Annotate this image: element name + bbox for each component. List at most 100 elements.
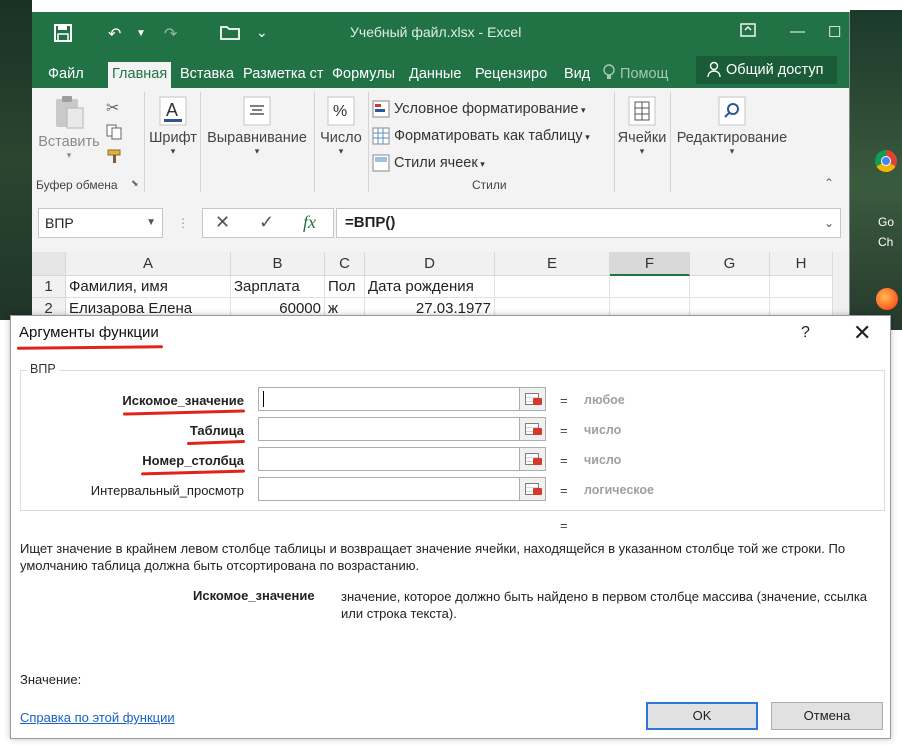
- cells-group-button[interactable]: Ячейки ▾: [616, 96, 668, 157]
- copy-icon[interactable]: [106, 124, 124, 143]
- minimize-button[interactable]: —: [790, 23, 805, 40]
- cell[interactable]: [610, 276, 690, 298]
- formula-bar-grip-icon: ⋮: [177, 216, 189, 230]
- formula-bar[interactable]: =ВПР() ⌄: [336, 208, 841, 238]
- formula-area: ВПР ▼ ⋮ ✕ ✓ fx =ВПР() ⌄: [32, 198, 849, 252]
- cells-icon: [628, 96, 656, 126]
- undo-dropdown-icon[interactable]: ▼: [136, 28, 146, 39]
- cancel-button[interactable]: Отмена: [771, 702, 883, 730]
- cell[interactable]: Пол: [325, 276, 365, 298]
- formula-result-equals: =: [560, 518, 568, 533]
- column-header-selected[interactable]: F: [610, 252, 690, 276]
- clipboard-icon: [56, 96, 84, 129]
- annotation-underline: [16, 345, 164, 350]
- ribbon: Вставить ▾ ✂ Буфер обмена ⬊ A Шрифт ▾ Выр…: [32, 88, 849, 199]
- cell-styles-button[interactable]: Стили ячеек ▾: [372, 154, 485, 172]
- tab-data[interactable]: Данные: [409, 62, 461, 88]
- equals-sign: =: [560, 423, 568, 438]
- cell[interactable]: Фамилия, имя: [66, 276, 231, 298]
- equals-sign: =: [560, 453, 568, 468]
- ribbon-tabs: Файл Главная Вставка Разметка ст Формулы…: [32, 56, 849, 88]
- argument-result: любое: [584, 393, 625, 407]
- undo-icon[interactable]: ↶: [108, 24, 121, 44]
- function-name-label: ВПР: [27, 362, 59, 376]
- cancel-icon[interactable]: ✕: [215, 212, 230, 233]
- insert-function-icon[interactable]: fx: [303, 212, 316, 233]
- desktop-background-left: [0, 0, 32, 320]
- tab-file[interactable]: Файл: [48, 62, 84, 88]
- open-folder-icon[interactable]: [220, 24, 240, 45]
- col-index-input[interactable]: [258, 447, 520, 471]
- firefox-desktop-icon[interactable]: [876, 288, 898, 310]
- column-header[interactable]: A: [66, 252, 231, 276]
- name-box-dropdown-icon: ▼: [146, 217, 156, 228]
- close-button[interactable]: ✕: [853, 320, 871, 346]
- function-arguments-dialog: Аргументы функции ? ✕ ВПР Искомое_значен…: [10, 315, 891, 739]
- argument-label: Таблица: [189, 423, 244, 438]
- column-header[interactable]: G: [690, 252, 770, 276]
- column-header[interactable]: E: [495, 252, 610, 276]
- format-as-table-button[interactable]: Форматировать как таблицу ▾: [372, 127, 590, 145]
- table-array-input[interactable]: [258, 417, 520, 441]
- save-icon[interactable]: [54, 24, 72, 47]
- ok-button[interactable]: OK: [646, 702, 758, 730]
- tab-home[interactable]: Главная: [108, 62, 172, 88]
- customize-quick-access-icon[interactable]: ⌄: [256, 24, 268, 41]
- conditional-formatting-icon: [372, 100, 390, 118]
- help-on-function-link[interactable]: Справка по этой функции: [20, 710, 175, 725]
- conditional-formatting-button[interactable]: Условное форматирование ▾: [372, 100, 586, 118]
- argument-label: Интервальный_просмотр: [90, 483, 244, 498]
- collapse-ribbon-icon[interactable]: ⌃: [824, 176, 834, 190]
- row-header[interactable]: 1: [32, 276, 66, 298]
- help-button[interactable]: ?: [801, 324, 810, 342]
- select-all-corner[interactable]: [32, 252, 66, 276]
- column-header[interactable]: H: [770, 252, 833, 276]
- cut-icon[interactable]: ✂: [106, 98, 119, 118]
- equals-sign: =: [560, 393, 568, 408]
- tab-review[interactable]: Рецензиро: [475, 62, 547, 88]
- desktop-background-right: Go Ch: [850, 10, 902, 330]
- collapse-dialog-button[interactable]: [520, 477, 546, 501]
- argument-result: логическое: [584, 483, 654, 497]
- format-painter-icon[interactable]: [106, 148, 124, 167]
- column-header[interactable]: D: [365, 252, 495, 276]
- cell[interactable]: Зарплата: [231, 276, 325, 298]
- cell[interactable]: [690, 276, 770, 298]
- name-box[interactable]: ВПР ▼: [38, 208, 163, 238]
- tell-me-box[interactable]: Помощ: [602, 62, 668, 88]
- tab-insert[interactable]: Вставка: [180, 62, 234, 88]
- cell[interactable]: [495, 276, 610, 298]
- alignment-icon: [243, 96, 271, 126]
- expand-formula-bar-icon: ⌄: [823, 216, 834, 230]
- ribbon-display-icon[interactable]: [740, 23, 756, 41]
- redo-icon[interactable]: ↷: [164, 24, 177, 44]
- tab-view[interactable]: Вид: [564, 62, 590, 88]
- current-argument-name: Искомое_значение: [193, 588, 315, 603]
- clipboard-group-label: Буфер обмена: [36, 178, 118, 192]
- column-header[interactable]: B: [231, 252, 325, 276]
- share-button[interactable]: Общий доступ: [696, 56, 837, 84]
- font-group-button[interactable]: A Шрифт ▾: [148, 96, 198, 157]
- tab-formulas[interactable]: Формулы: [332, 62, 395, 88]
- clipboard-launcher-icon[interactable]: ⬊: [131, 178, 139, 189]
- tab-page-layout[interactable]: Разметка ст: [243, 62, 324, 88]
- cell[interactable]: Дата рождения: [365, 276, 495, 298]
- editing-group-button[interactable]: Редактирование ▾: [672, 96, 792, 157]
- current-argument-description: значение, которое должно быть найдено в …: [341, 589, 868, 621]
- collapse-dialog-button[interactable]: [520, 447, 546, 471]
- alignment-group-button[interactable]: Выравнивание ▾: [202, 96, 312, 157]
- cell[interactable]: [770, 276, 833, 298]
- collapse-dialog-button[interactable]: [520, 417, 546, 441]
- paste-button[interactable]: Вставить ▾: [36, 94, 102, 161]
- dialog-title: Аргументы функции: [19, 324, 159, 341]
- collapse-dialog-button[interactable]: [520, 387, 546, 411]
- number-group-button[interactable]: % Число ▾: [316, 96, 366, 157]
- lookup-value-input[interactable]: [258, 387, 520, 411]
- enter-icon[interactable]: ✓: [259, 212, 274, 233]
- chrome-desktop-icon[interactable]: [875, 150, 897, 172]
- vertical-scrollbar[interactable]: [832, 252, 849, 320]
- maximize-button[interactable]: ☐: [828, 23, 841, 41]
- range-lookup-input[interactable]: [258, 477, 520, 501]
- column-header[interactable]: C: [325, 252, 365, 276]
- worksheet-grid: A B C D E F G H 1 Фамилия, имя Зарплата …: [32, 252, 849, 320]
